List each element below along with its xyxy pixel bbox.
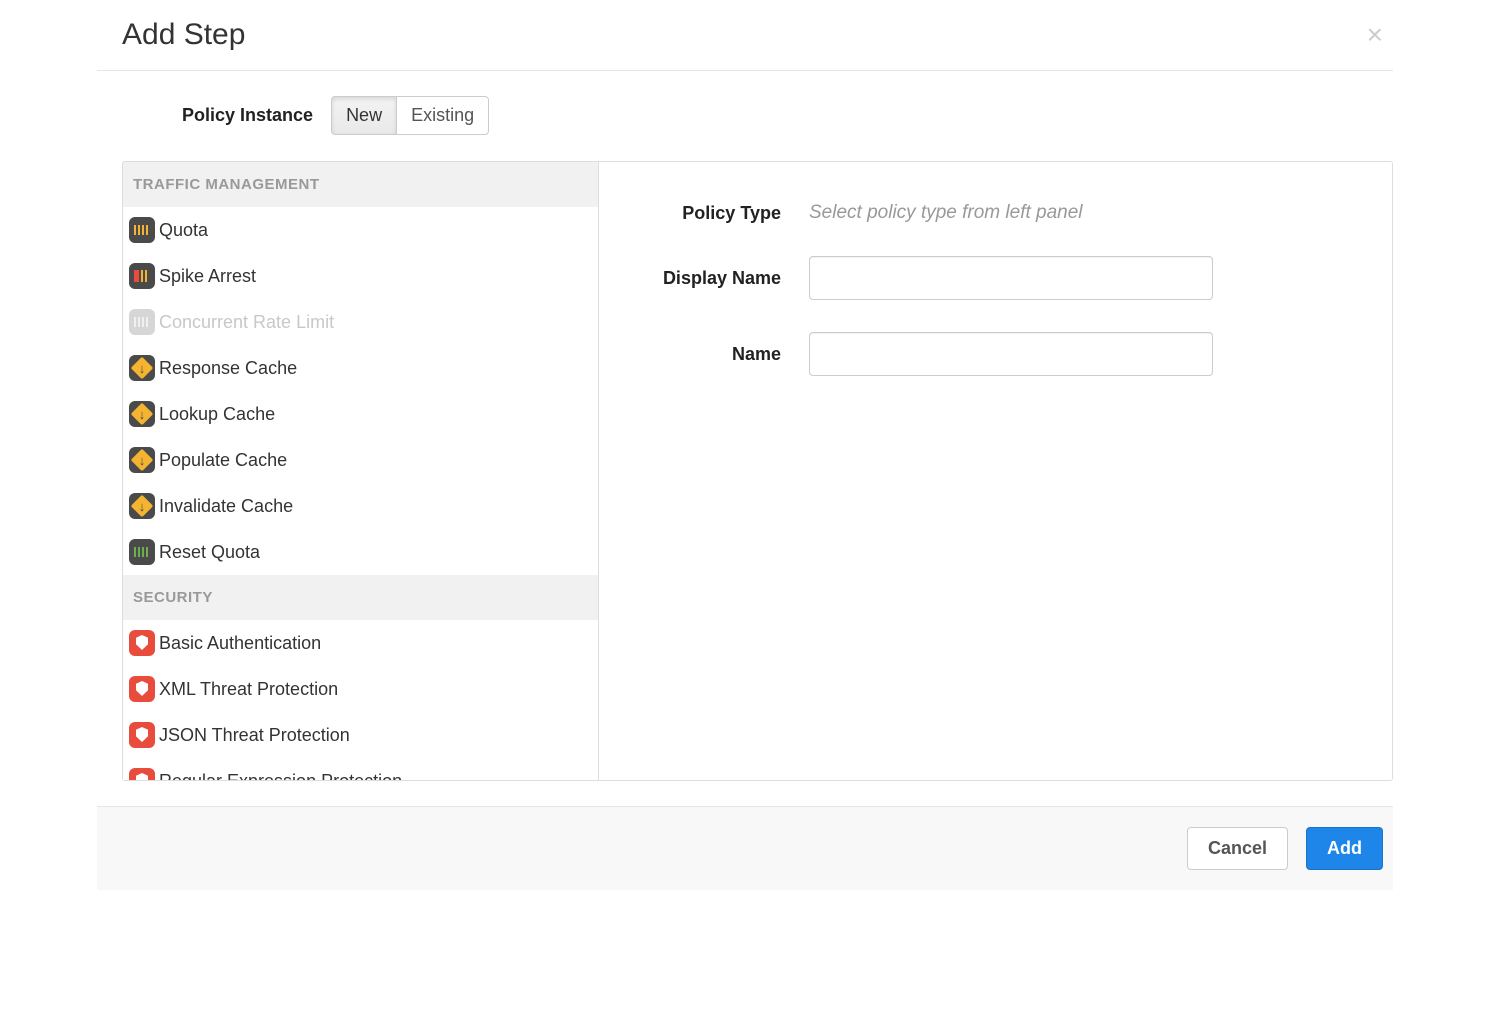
policy-icon: [129, 493, 155, 519]
policy-item-label: XML Threat Protection: [159, 679, 338, 700]
policy-item[interactable]: Reset Quota: [123, 529, 598, 575]
content-panes: TRAFFIC MANAGEMENT Quota Spike Arrest Concu…: [122, 161, 1393, 781]
policy-item-label: Concurrent Rate Limit: [159, 312, 334, 333]
policy-item[interactable]: Response Cache: [123, 345, 598, 391]
policy-item-label: Populate Cache: [159, 450, 287, 471]
modal-header: Add Step ×: [97, 0, 1393, 71]
modal-body: Policy Instance New Existing TRAFFIC MAN…: [97, 71, 1393, 806]
tab-new[interactable]: New: [331, 96, 397, 135]
policy-icon: [129, 401, 155, 427]
tab-existing[interactable]: Existing: [396, 96, 489, 135]
display-name-input[interactable]: [809, 256, 1213, 300]
policy-icon: [129, 447, 155, 473]
policy-item[interactable]: Regular Expression Protection: [123, 758, 598, 780]
policy-instance-row: Policy Instance New Existing: [182, 96, 1393, 135]
category-header: TRAFFIC MANAGEMENT: [123, 162, 598, 207]
policy-item[interactable]: Invalidate Cache: [123, 483, 598, 529]
policy-type-placeholder: Select policy type from left panel: [809, 202, 1083, 223]
policy-item-label: Response Cache: [159, 358, 297, 379]
policy-icon: [129, 630, 155, 656]
close-icon[interactable]: ×: [1357, 21, 1393, 49]
policy-item-label: Invalidate Cache: [159, 496, 293, 517]
policy-instance-label: Policy Instance: [182, 105, 313, 126]
label-policy-type: Policy Type: [629, 203, 809, 224]
label-name: Name: [629, 344, 809, 365]
add-step-modal: Add Step × Policy Instance New Existing …: [97, 0, 1393, 890]
policy-icon: [129, 722, 155, 748]
policy-icon: [129, 768, 155, 780]
label-display-name: Display Name: [629, 268, 809, 289]
row-display-name: Display Name: [629, 256, 1362, 300]
policy-icon: [129, 263, 155, 289]
policy-icon: [129, 676, 155, 702]
policy-item-label: Basic Authentication: [159, 633, 321, 654]
policy-item-label: Lookup Cache: [159, 404, 275, 425]
policy-form-pane: Policy Type Select policy type from left…: [599, 162, 1392, 780]
policy-item[interactable]: Basic Authentication: [123, 620, 598, 666]
policy-item-label: Reset Quota: [159, 542, 260, 563]
policy-icon: [129, 309, 155, 335]
name-input[interactable]: [809, 332, 1213, 376]
add-button[interactable]: Add: [1306, 827, 1383, 870]
policy-item[interactable]: JSON Threat Protection: [123, 712, 598, 758]
category-header: SECURITY: [123, 575, 598, 620]
policy-item-label: Spike Arrest: [159, 266, 256, 287]
policy-item[interactable]: Spike Arrest: [123, 253, 598, 299]
policy-icon: [129, 217, 155, 243]
policy-item: Concurrent Rate Limit: [123, 299, 598, 345]
row-name: Name: [629, 332, 1362, 376]
row-policy-type: Policy Type Select policy type from left…: [629, 202, 1362, 224]
policy-item-label: Quota: [159, 220, 208, 241]
policy-item[interactable]: Populate Cache: [123, 437, 598, 483]
modal-footer: Cancel Add: [97, 806, 1393, 890]
policy-item[interactable]: Lookup Cache: [123, 391, 598, 437]
cancel-button[interactable]: Cancel: [1187, 827, 1288, 870]
policy-item[interactable]: XML Threat Protection: [123, 666, 598, 712]
modal-title: Add Step: [122, 18, 245, 52]
policy-icon: [129, 539, 155, 565]
policy-instance-toggle: New Existing: [331, 96, 489, 135]
policy-item[interactable]: Quota: [123, 207, 598, 253]
policy-list-pane[interactable]: TRAFFIC MANAGEMENT Quota Spike Arrest Concu…: [123, 162, 599, 780]
policy-icon: [129, 355, 155, 381]
policy-item-label: JSON Threat Protection: [159, 725, 350, 746]
policy-item-label: Regular Expression Protection: [159, 771, 402, 781]
